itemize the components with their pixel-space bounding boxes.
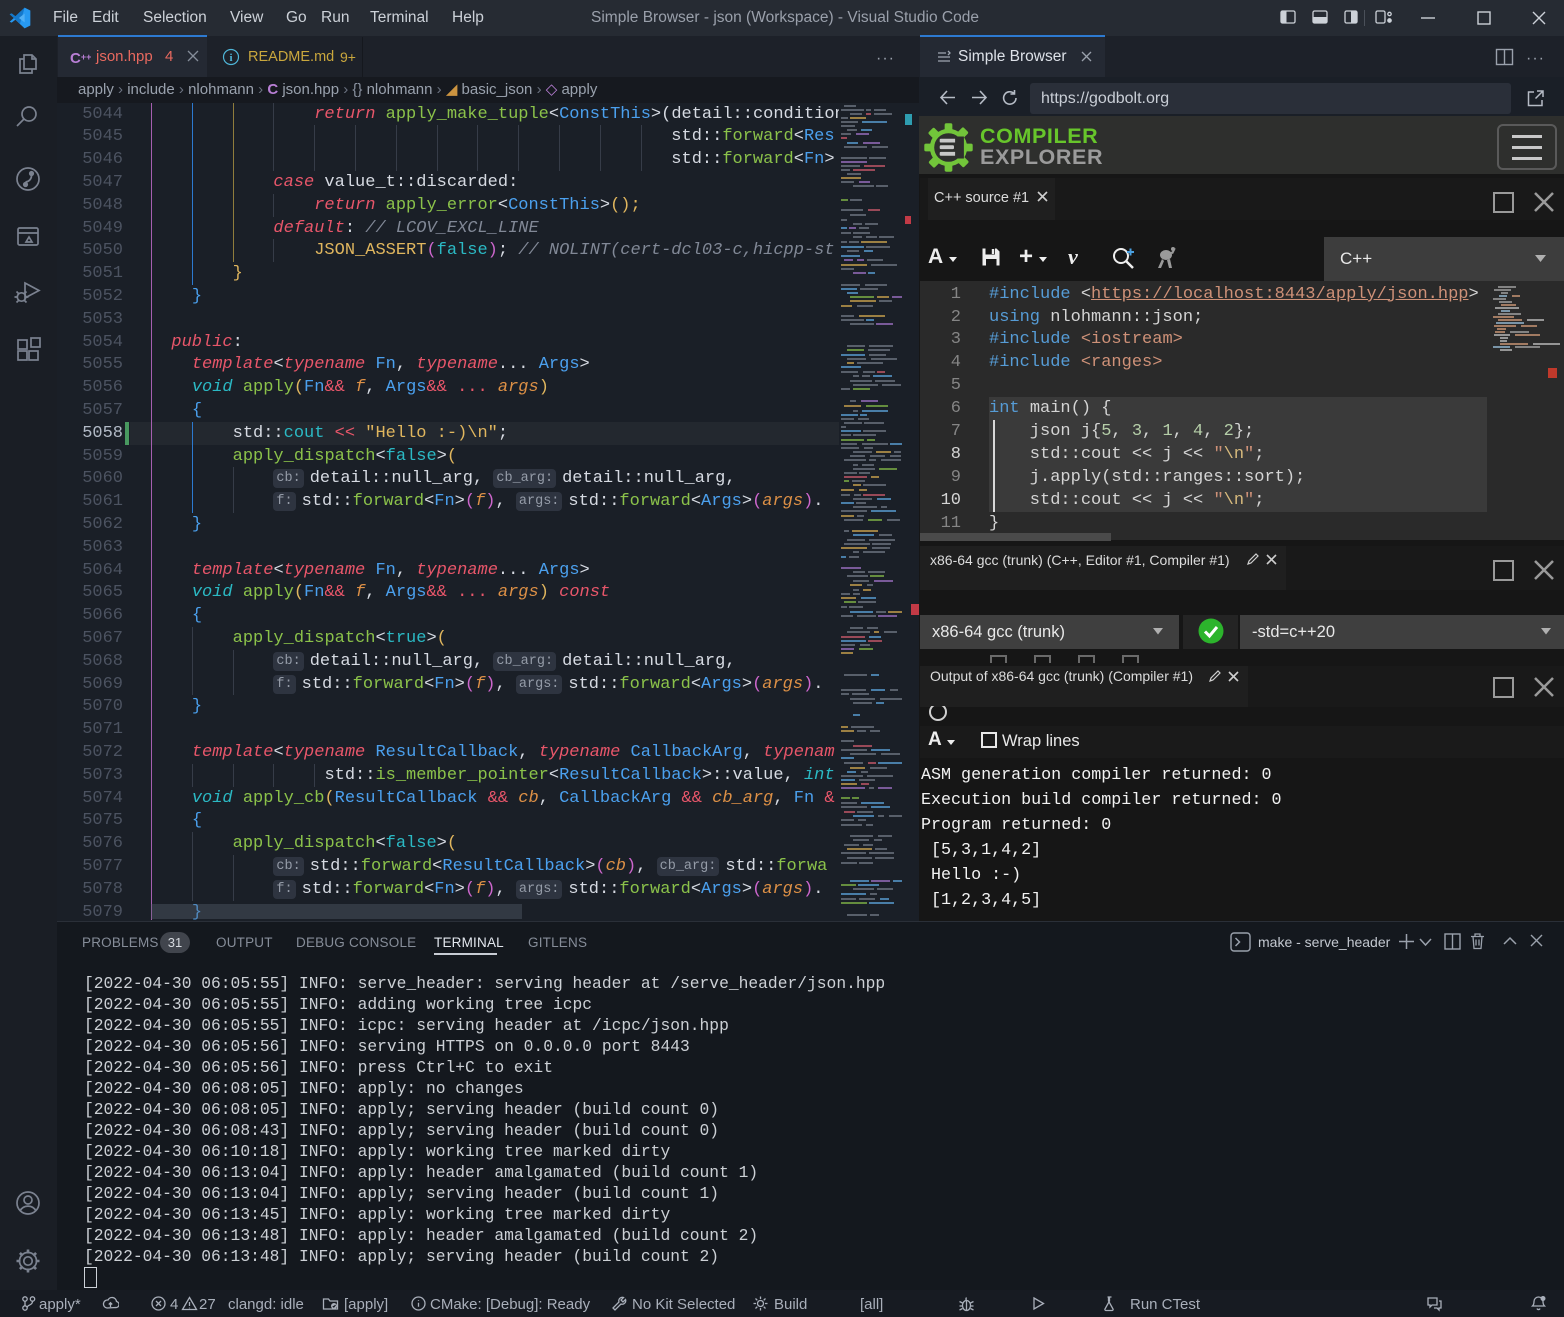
svg-text:i: i bbox=[229, 52, 232, 64]
